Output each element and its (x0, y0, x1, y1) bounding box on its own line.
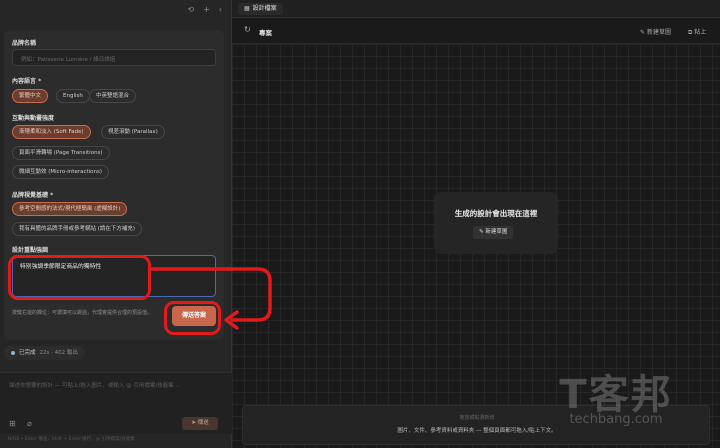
watermark-logo: T客邦 techbang.com (536, 362, 696, 427)
annotation-box-textarea (8, 255, 151, 300)
chat-panel: ⟲ + ‹ 品牌名稱 例如：Patisserie Lumière / 綠日烘焙 … (0, 0, 232, 448)
refresh-icon[interactable]: ↻ (244, 25, 251, 34)
composer-input[interactable]: 描述你想要的設計 — 可貼上/拖入圖片、或輸入 @ 引用檔案/技能集… (9, 381, 179, 389)
status-meta: 22s · 402 輸出 (39, 350, 78, 356)
design-toolbar: ↻ 專案 ✎ 新建草圖 ⧉ 粘上 (232, 18, 720, 44)
animation-option-soft-fade[interactable]: 漸隱柔和淡入 (Soft Fade) (12, 125, 91, 139)
composer: 描述你想要的設計 — 可貼上/拖入圖片、或輸入 @ 引用檔案/技能集… ⊞ ⌀ … (0, 372, 232, 434)
tab-bar: ▦ 設計檔案 (232, 0, 720, 18)
drop-zone-text: 圖片、文件、參考資料或資料夾 — 整個頁面都可拖入/貼上下文。 (397, 428, 557, 434)
animation-option-micro-interactions[interactable]: 微細互動效 (Micro-interactions) (12, 165, 110, 179)
brand-name-label: 品牌名稱 (12, 40, 37, 47)
language-label: 內容語言 * (12, 78, 42, 85)
new-draft-toolbar-label: 新建草圖 (646, 29, 671, 36)
copy-button[interactable]: ⧉ 粘上 (688, 27, 706, 37)
animation-option-parallax[interactable]: 視差滾動 (Parallax) (101, 125, 165, 139)
language-option-bilingual[interactable]: 中英雙語混合 (89, 89, 137, 103)
status-dot-icon (11, 350, 15, 355)
status-pill: 已完成 22s · 402 輸出 (4, 346, 85, 360)
brand-name-input[interactable]: 例如：Patisserie Lumière / 綠日烘焙 (12, 49, 216, 66)
new-draft-label: 新建草圖 (485, 229, 508, 235)
visual-option-brand-manual[interactable]: 我有具體的品牌手冊或參考網站 (請在下方補充) (12, 222, 143, 236)
project-title: 專案 (259, 29, 272, 37)
history-icon[interactable]: ⟲ (187, 5, 194, 14)
language-option-zh-tw[interactable]: 繁體中文 (12, 89, 49, 103)
collapse-icon[interactable]: ‹ (219, 5, 222, 14)
form-hint: 按鍵右邊的欄位：可選填可以跳過，代理會提供合理的預設值。 (12, 310, 153, 316)
tab-design-files[interactable]: ▦ 設計檔案 (238, 3, 283, 15)
grid-icon[interactable]: ⊞ (9, 419, 16, 428)
new-draft-button[interactable]: ✎ 新建草圖 (473, 226, 514, 239)
composer-send-button[interactable]: ➤ 傳送 (182, 417, 218, 430)
composer-send-label: 傳送 (197, 420, 209, 426)
animation-label: 互動與動畫強度 (12, 115, 55, 122)
visual-option-virtual[interactable]: 參考空間感的法式/現代極簡風 (虛擬設計) (12, 202, 128, 216)
pencil-icon: ✎ (640, 29, 647, 36)
empty-state: 生成的設計會出現在這裡 ✎ 新建草圖 (434, 192, 558, 254)
new-draft-toolbar-button[interactable]: ✎ 新建草圖 (640, 27, 671, 36)
attach-icon[interactable]: ⌀ (27, 419, 32, 428)
footer-hint: N/OS • Enter 傳送，Shift + Enter 換行，@ 引用檔案/… (8, 437, 135, 442)
focus-label: 設計重點強調 (12, 247, 49, 254)
file-grid-icon: ▦ (244, 5, 250, 12)
empty-state-title: 生成的設計會出現在這裡 (454, 209, 538, 218)
copy-label: 粘上 (694, 29, 707, 36)
chat-header: ⟲ + ‹ (0, 0, 232, 18)
language-option-en[interactable]: English (56, 89, 90, 103)
annotation-box-submit (164, 301, 221, 335)
tab-label: 設計檔案 (252, 5, 277, 12)
plus-icon[interactable]: + (203, 5, 210, 14)
animation-option-page-transitions[interactable]: 頁面平滑轉場 (Page Transitions) (12, 146, 110, 160)
status-label: 已完成 (19, 350, 36, 356)
visual-label: 品牌視覺基礎 * (12, 192, 54, 199)
